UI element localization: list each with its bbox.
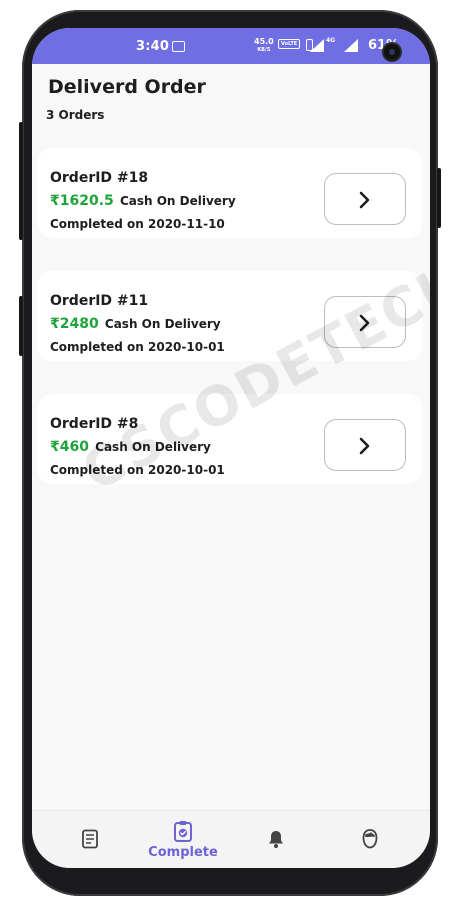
order-amount: ₹1620.5	[50, 193, 114, 209]
order-card[interactable]: OrderID #18 ₹1620.5 Cash On Delivery Com…	[38, 148, 422, 238]
volume-button	[19, 122, 23, 240]
nav-profile[interactable]	[342, 811, 398, 868]
status-time: 3:40	[136, 39, 170, 54]
payment-method: Cash On Delivery	[104, 317, 221, 331]
nav-orders[interactable]	[62, 811, 118, 868]
cell-signal-icon	[344, 39, 358, 52]
completed-date: Completed on 2020-11-10	[50, 217, 225, 231]
completed-date: Completed on 2020-10-01	[50, 463, 225, 477]
network-speed-unit: KB/S	[257, 47, 271, 53]
order-details-button[interactable]	[324, 173, 406, 225]
order-card[interactable]: OrderID #8 ₹460 Cash On Delivery Complet…	[38, 394, 422, 484]
front-camera	[384, 44, 400, 60]
order-id: OrderID #18	[50, 170, 149, 186]
nav-complete-label: Complete	[148, 845, 218, 860]
profile-icon	[362, 829, 378, 849]
bottom-nav: Complete	[32, 810, 430, 868]
bell-icon	[269, 831, 283, 848]
chevron-right-icon	[359, 191, 370, 209]
page-title: Deliverd Order	[48, 76, 206, 98]
nav-notifications[interactable]	[248, 811, 304, 868]
order-payment-line: ₹2480 Cash On Delivery	[50, 316, 221, 332]
chevron-right-icon	[359, 314, 370, 332]
volte-icon: VoLTE	[278, 39, 301, 49]
complete-clipboard-icon	[174, 821, 192, 842]
bixby-button	[19, 296, 23, 356]
network-speed-value: 45.0	[254, 37, 274, 46]
status-bar: 3:40 45.0 KB/S VoLTE 4G 61%	[32, 28, 430, 64]
app-screen: 3:40 45.0 KB/S VoLTE 4G 61% Deliverd Ord…	[32, 28, 430, 868]
order-card[interactable]: OrderID #11 ₹2480 Cash On Delivery Compl…	[38, 271, 422, 361]
nav-complete[interactable]: Complete	[148, 811, 218, 868]
completed-date: Completed on 2020-10-01	[50, 340, 225, 354]
order-id: OrderID #8	[50, 416, 139, 432]
order-amount: ₹2480	[50, 316, 99, 332]
chevron-right-icon	[359, 437, 370, 455]
order-amount: ₹460	[50, 439, 89, 455]
payment-method: Cash On Delivery	[95, 440, 211, 454]
order-payment-line: ₹1620.5 Cash On Delivery	[50, 193, 236, 209]
order-id: OrderID #11	[50, 293, 149, 309]
power-button	[437, 168, 441, 228]
wifi-signal-icon	[310, 39, 324, 52]
order-details-button[interactable]	[324, 419, 406, 471]
order-details-button[interactable]	[324, 296, 406, 348]
order-count: 3 Orders	[46, 108, 105, 122]
order-payment-line: ₹460 Cash On Delivery	[50, 439, 211, 455]
gallery-notification-icon	[172, 41, 185, 52]
network-type: 4G	[326, 37, 336, 44]
payment-method: Cash On Delivery	[119, 194, 236, 208]
orders-list-icon	[82, 829, 98, 849]
network-speed: 45.0 KB/S	[254, 38, 274, 54]
